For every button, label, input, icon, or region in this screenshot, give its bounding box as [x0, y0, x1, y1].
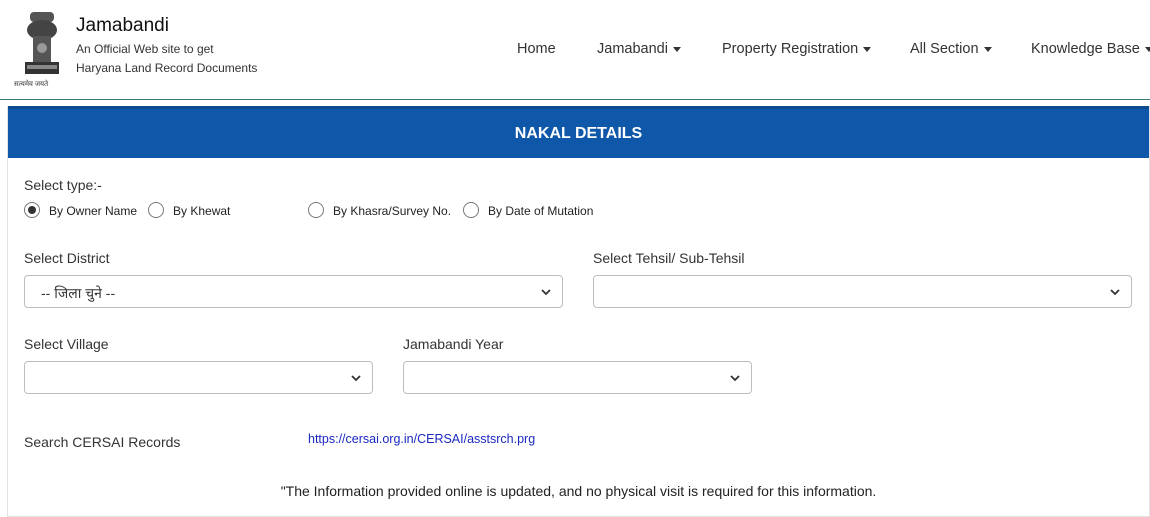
- village-select[interactable]: [24, 361, 373, 394]
- nav-property-registration[interactable]: Property Registration: [722, 41, 872, 57]
- nav-jamabandi-label: Jamabandi: [597, 41, 668, 57]
- district-label: Select District: [24, 250, 110, 266]
- radio-label: By Owner Name: [49, 204, 138, 218]
- caret-down-icon: [863, 46, 872, 52]
- caret-down-icon: [1144, 46, 1150, 52]
- tehsil-label: Select Tehsil/ Sub-Tehsil: [593, 250, 745, 266]
- nav-home-label: Home: [517, 41, 556, 57]
- info-notice: "The Information provided online is upda…: [280, 483, 877, 499]
- nav-knowledge-base-label: Knowledge Base: [1031, 41, 1140, 57]
- radio-unchecked-icon: [308, 202, 324, 218]
- radio-label: By Khasra/Survey No.: [333, 204, 452, 218]
- nav-property-registration-label: Property Registration: [722, 41, 859, 57]
- cersai-label: Search CERSAI Records: [24, 434, 181, 450]
- radio-unchecked-icon: [148, 202, 164, 218]
- radio-label: By Date of Mutation: [488, 204, 594, 218]
- site-header: सत्यमेव जयते Jamabandi An Official Web s…: [0, 0, 1150, 100]
- district-select[interactable]: -- जिला चुने --: [24, 275, 563, 308]
- jamabandi-year-select[interactable]: [403, 361, 752, 394]
- radio-label: By Khewat: [173, 204, 231, 218]
- nakal-details-card: NAKAL DETAILS Select type:- By Owner Nam…: [7, 106, 1150, 517]
- district-select-value: -- जिला चुने --: [41, 285, 116, 301]
- select-type-label: Select type:-: [24, 177, 102, 193]
- tehsil-select[interactable]: [593, 275, 1132, 308]
- chevron-down-icon: [541, 289, 551, 296]
- site-subtitle-line2: Haryana Land Record Documents: [76, 61, 258, 75]
- chevron-down-icon: [730, 375, 740, 382]
- nav-all-section[interactable]: All Section: [910, 41, 992, 57]
- chevron-down-icon: [1110, 289, 1120, 296]
- radio-checked-icon: [24, 202, 40, 218]
- nav-home[interactable]: Home: [517, 41, 556, 57]
- nav-knowledge-base[interactable]: Knowledge Base: [1031, 41, 1150, 57]
- site-title: Jamabandi: [76, 15, 169, 36]
- cersai-link[interactable]: https://cersai.org.in/CERSAI/asstsrch.pr…: [308, 432, 535, 446]
- nav-all-section-label: All Section: [910, 41, 979, 57]
- radio-unchecked-icon: [463, 202, 479, 218]
- village-label: Select Village: [24, 336, 109, 352]
- emblem-motto: सत्यमेव जयते: [14, 81, 49, 88]
- main-nav: Home Jamabandi Property Registration All…: [0, 41, 1150, 61]
- caret-down-icon: [672, 46, 681, 52]
- nav-jamabandi[interactable]: Jamabandi: [597, 41, 681, 57]
- card-title: NAKAL DETAILS: [8, 106, 1149, 158]
- caret-down-icon: [983, 46, 992, 52]
- jamabandi-year-label: Jamabandi Year: [403, 336, 504, 352]
- chevron-down-icon: [351, 375, 361, 382]
